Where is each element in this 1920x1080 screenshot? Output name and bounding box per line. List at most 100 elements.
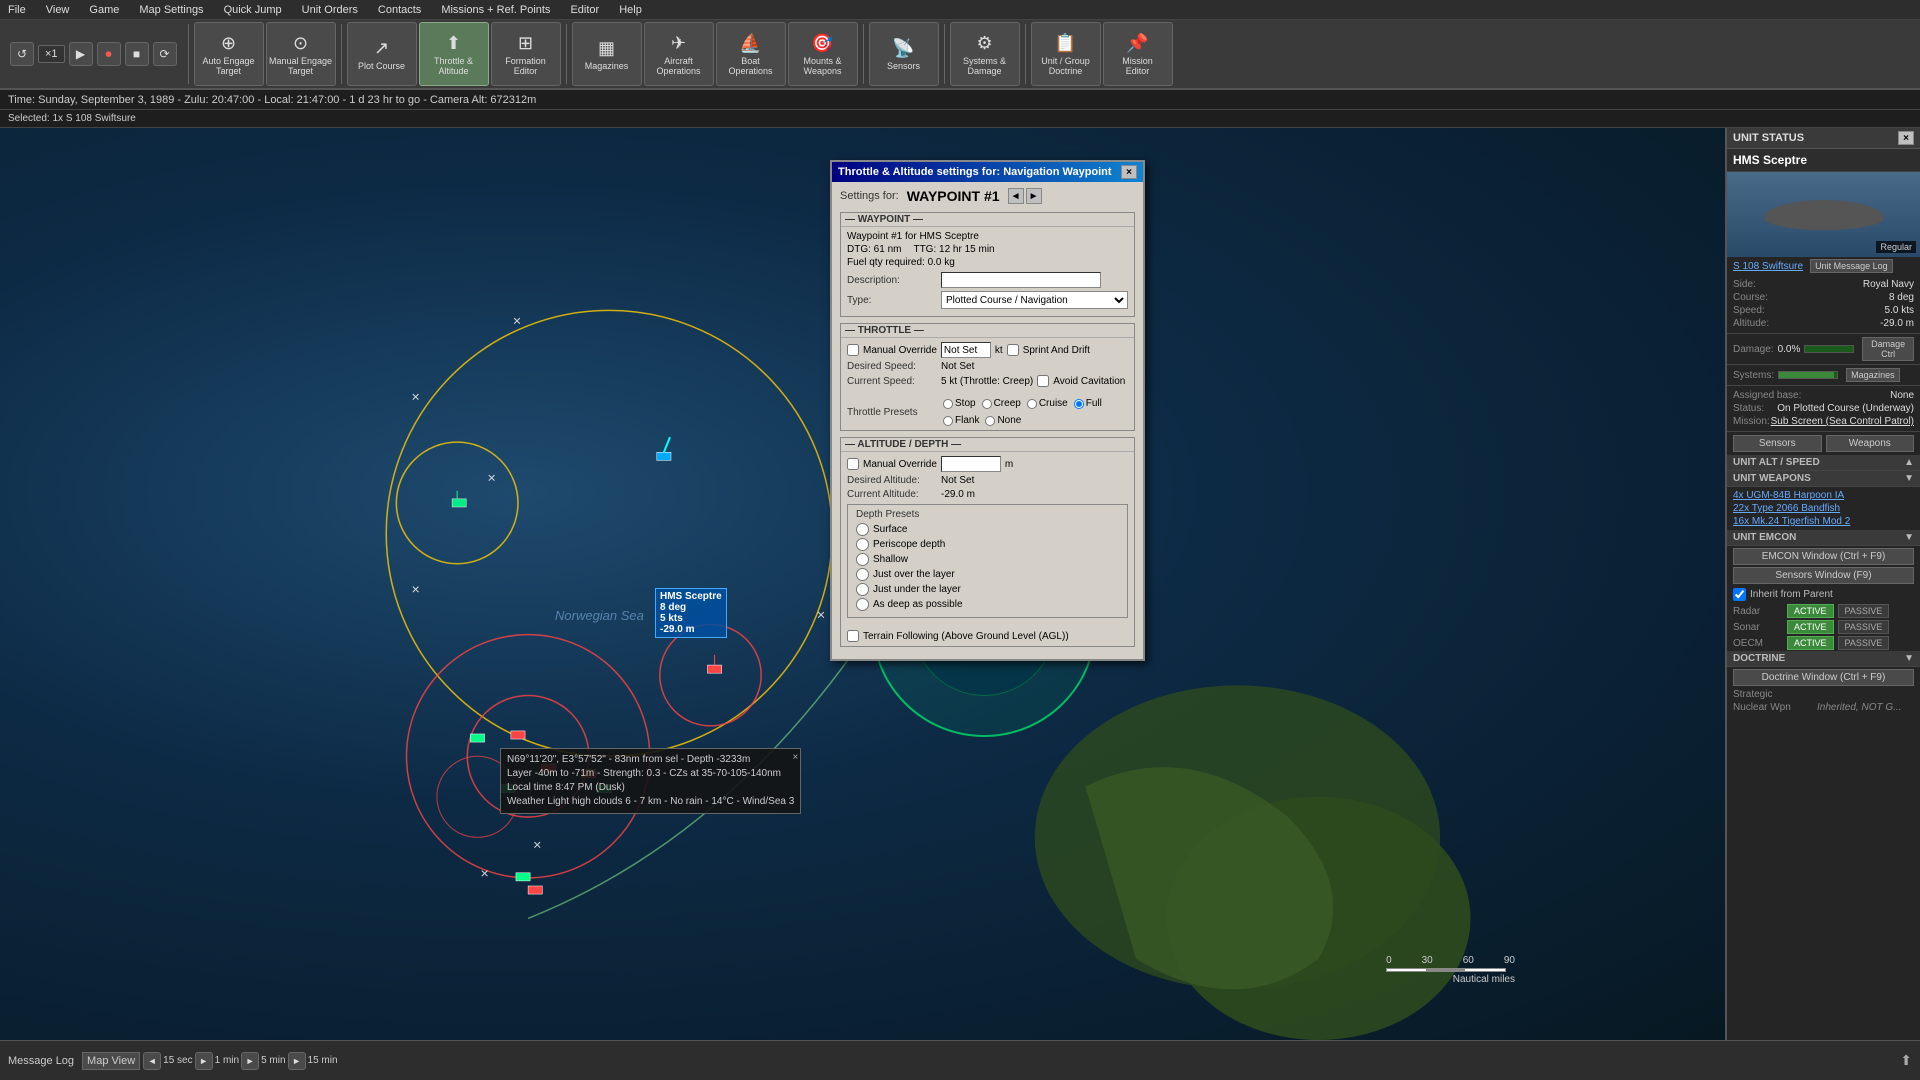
weapon-tigerfish[interactable]: 16x Mk.24 Tigerfish Mod 2: [1733, 515, 1914, 528]
menu-map-settings[interactable]: Map Settings: [135, 4, 207, 16]
sonar-active-button[interactable]: ACTIVE: [1787, 620, 1834, 634]
depth-shallow-radio[interactable]: [856, 553, 869, 566]
depth-preset-surface[interactable]: Surface: [856, 523, 1119, 536]
weapons-rp-button[interactable]: Weapons: [1826, 435, 1915, 452]
menu-unit-orders[interactable]: Unit Orders: [298, 4, 362, 16]
preset-none-radio[interactable]: [985, 416, 995, 426]
radar-passive-button[interactable]: PASSIVE: [1838, 604, 1890, 618]
timestep-15sec[interactable]: 15 sec: [163, 1055, 192, 1066]
timestep-5min[interactable]: 5 min: [261, 1055, 285, 1066]
tooltip-close[interactable]: ×: [792, 751, 798, 765]
alt-manual-override-checkbox[interactable]: [847, 458, 859, 470]
magazines-button-rp[interactable]: Magazines: [1846, 368, 1900, 382]
timestep-1min[interactable]: 1 min: [215, 1055, 239, 1066]
magazines-button[interactable]: ▦ Magazines: [572, 22, 642, 86]
preset-flank-radio[interactable]: [943, 416, 953, 426]
avoid-cav-checkbox[interactable]: [1037, 375, 1049, 387]
description-input[interactable]: [941, 272, 1101, 288]
plot-course-button[interactable]: ↗ Plot Course: [347, 22, 417, 86]
preset-cruise[interactable]: Cruise: [1027, 398, 1068, 409]
oecm-passive-button[interactable]: PASSIVE: [1838, 636, 1890, 650]
prev-waypoint-button[interactable]: ◄: [1008, 188, 1024, 204]
menu-missions[interactable]: Missions + Ref. Points: [437, 4, 554, 16]
preset-full[interactable]: Full: [1074, 398, 1102, 409]
auto-engage-button[interactable]: ⊕ Auto EngageTarget: [194, 22, 264, 86]
sensors-button[interactable]: 📡 Sensors: [869, 22, 939, 86]
preset-stop[interactable]: Stop: [943, 398, 976, 409]
next-waypoint-button[interactable]: ►: [1026, 188, 1042, 204]
rewind-button[interactable]: ↺: [10, 42, 34, 66]
type-select[interactable]: Plotted Course / Navigation: [941, 291, 1128, 309]
mission-editor-button[interactable]: 📌 MissionEditor: [1103, 22, 1173, 86]
preset-cruise-radio[interactable]: [1027, 399, 1037, 409]
emcon-window-button[interactable]: EMCON Window (Ctrl + F9): [1733, 548, 1914, 565]
depth-periscope-radio[interactable]: [856, 538, 869, 551]
depth-preset-under-layer[interactable]: Just under the layer: [856, 583, 1119, 596]
sonar-passive-button[interactable]: PASSIVE: [1838, 620, 1890, 634]
mounts-weapons-button[interactable]: 🎯 Mounts &Weapons: [788, 22, 858, 86]
systems-damage-button[interactable]: ⚙ Systems &Damage: [950, 22, 1020, 86]
menu-help[interactable]: Help: [615, 4, 646, 16]
preset-flank[interactable]: Flank: [943, 415, 979, 426]
sensors-window-button[interactable]: Sensors Window (F9): [1733, 567, 1914, 584]
menu-file[interactable]: File: [4, 4, 30, 16]
weapon-harpoon[interactable]: 4x UGM-84B Harpoon IA: [1733, 489, 1914, 502]
depth-under-layer-radio[interactable]: [856, 583, 869, 596]
step-fwd-15s-button[interactable]: ►: [195, 1052, 213, 1070]
upload-icon[interactable]: ⬆: [1900, 1052, 1912, 1069]
manual-override-input[interactable]: [941, 342, 991, 358]
menu-contacts[interactable]: Contacts: [374, 4, 425, 16]
radar-active-button[interactable]: ACTIVE: [1787, 604, 1834, 618]
sprint-drift-checkbox[interactable]: [1007, 344, 1019, 356]
map-view-label[interactable]: Map View: [82, 1052, 140, 1070]
terrain-following-checkbox[interactable]: [847, 630, 859, 642]
doctrine-window-button[interactable]: Doctrine Window (Ctrl + F9): [1733, 669, 1914, 686]
menu-game[interactable]: Game: [85, 4, 123, 16]
preset-full-radio[interactable]: [1074, 399, 1084, 409]
record-button[interactable]: ⏺: [97, 42, 121, 66]
menu-quick-jump[interactable]: Quick Jump: [220, 4, 286, 16]
step-fwd-1m-button[interactable]: ►: [241, 1052, 259, 1070]
step-back-button[interactable]: ◄: [143, 1052, 161, 1070]
doctrine-header[interactable]: DOCTRINE ▼: [1727, 651, 1920, 667]
fast-forward-button[interactable]: ⟳: [153, 42, 177, 66]
unit-status-close[interactable]: ×: [1898, 131, 1914, 145]
formation-editor-button[interactable]: ⊞ FormationEditor: [491, 22, 561, 86]
unit-alt-speed-header[interactable]: UNIT ALT / SPEED ▲: [1727, 455, 1920, 471]
manual-engage-button[interactable]: ⊙ Manual EngageTarget: [266, 22, 336, 86]
depth-surface-radio[interactable]: [856, 523, 869, 536]
depth-over-layer-radio[interactable]: [856, 568, 869, 581]
menu-view[interactable]: View: [42, 4, 74, 16]
sensors-rp-button[interactable]: Sensors: [1733, 435, 1822, 452]
preset-stop-radio[interactable]: [943, 399, 953, 409]
unit-doctrine-button[interactable]: 📋 Unit / GroupDoctrine: [1031, 22, 1101, 86]
alt-manual-input[interactable]: [941, 456, 1001, 472]
depth-preset-over-layer[interactable]: Just over the layer: [856, 568, 1119, 581]
preset-creep[interactable]: Creep: [982, 398, 1021, 409]
unit-weapons-header[interactable]: UNIT WEAPONS ▼: [1727, 471, 1920, 487]
step-fwd-5m-button[interactable]: ►: [288, 1052, 306, 1070]
preset-creep-radio[interactable]: [982, 399, 992, 409]
depth-preset-deep[interactable]: As deep as possible: [856, 598, 1119, 611]
stop-button[interactable]: ■: [125, 42, 149, 66]
damage-ctrl-button[interactable]: Damage Ctrl: [1862, 337, 1914, 361]
dialog-close-button[interactable]: ×: [1121, 165, 1137, 179]
manual-override-checkbox[interactable]: [847, 344, 859, 356]
play-button[interactable]: ▶: [69, 42, 93, 66]
unit-class-link[interactable]: S 108 Swiftsure: [1733, 261, 1803, 272]
preset-none[interactable]: None: [985, 415, 1021, 426]
throttle-altitude-button[interactable]: ⬆ Throttle &Altitude: [419, 22, 489, 86]
mission-link[interactable]: Sub Screen (Sea Control Patrol): [1771, 416, 1914, 427]
unit-emcon-header[interactable]: UNIT EMCON ▼: [1727, 530, 1920, 546]
depth-preset-periscope[interactable]: Periscope depth: [856, 538, 1119, 551]
oecm-active-button[interactable]: ACTIVE: [1787, 636, 1834, 650]
aircraft-ops-button[interactable]: ✈ AircraftOperations: [644, 22, 714, 86]
unit-message-log-button[interactable]: Unit Message Log: [1810, 259, 1893, 273]
weapon-bandfish[interactable]: 22x Type 2066 Bandfish: [1733, 502, 1914, 515]
menu-editor[interactable]: Editor: [566, 4, 603, 16]
inherit-checkbox[interactable]: [1733, 588, 1746, 601]
depth-deep-radio[interactable]: [856, 598, 869, 611]
boat-ops-button[interactable]: ⛵ BoatOperations: [716, 22, 786, 86]
timestep-15min[interactable]: 15 min: [308, 1055, 338, 1066]
depth-preset-shallow[interactable]: Shallow: [856, 553, 1119, 566]
